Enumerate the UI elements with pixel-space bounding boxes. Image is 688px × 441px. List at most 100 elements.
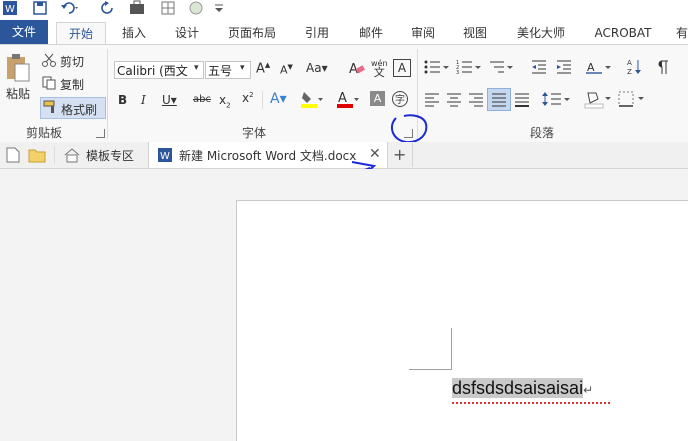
clipboard-dialog-launcher[interactable] xyxy=(96,129,105,138)
copy-button[interactable]: 复制 xyxy=(60,76,84,93)
tab-references[interactable]: 引用 xyxy=(296,22,338,44)
customize-dropdown-icon[interactable] xyxy=(214,0,224,18)
numbering-icon[interactable]: 123 xyxy=(456,59,482,78)
tab-design[interactable]: 设计 xyxy=(166,22,208,44)
align-left-icon[interactable] xyxy=(424,91,440,110)
strikethrough-icon[interactable]: abc xyxy=(193,94,211,105)
circle-icon[interactable] xyxy=(188,0,204,18)
svg-text:A: A xyxy=(587,61,595,74)
group-separator xyxy=(107,49,108,139)
superscript-icon[interactable]: x2 xyxy=(242,91,254,105)
tab-file[interactable]: 文件 xyxy=(0,20,48,44)
underline-icon[interactable]: U▾ xyxy=(162,93,177,107)
chevron-down-icon[interactable]: ▾ xyxy=(194,63,199,73)
selected-text: dsfsdsdsaisaisai xyxy=(452,378,584,398)
font-color-icon[interactable]: A xyxy=(336,89,360,112)
chevron-down-icon[interactable]: ▾ xyxy=(240,63,245,73)
align-right-icon[interactable] xyxy=(468,91,484,110)
new-tab-button[interactable]: + xyxy=(388,143,413,167)
highlight-color-icon[interactable] xyxy=(300,89,324,112)
change-case-icon[interactable]: Aa▾ xyxy=(306,61,328,75)
tab-view[interactable]: 视图 xyxy=(454,22,496,44)
redo-icon[interactable] xyxy=(100,0,116,18)
tab-more[interactable]: 有 xyxy=(672,22,688,44)
justify-icon xyxy=(492,93,506,107)
grid-icon[interactable] xyxy=(160,0,176,18)
briefcase-icon[interactable] xyxy=(128,0,146,18)
phonetic-guide-icon[interactable]: wén 文 xyxy=(371,59,388,79)
format-painter-button[interactable]: 格式刷 xyxy=(40,97,106,119)
decrease-indent-icon[interactable] xyxy=(530,59,548,78)
multilevel-list-icon[interactable] xyxy=(488,59,514,78)
asian-layout-icon[interactable]: A xyxy=(586,59,612,78)
undo-icon[interactable] xyxy=(60,0,82,18)
tab-templates-label: 模板专区 xyxy=(86,149,135,163)
tab-templates[interactable]: 模板专区 xyxy=(58,142,148,168)
separator xyxy=(54,146,55,164)
ribbon-tabs: 文件 开始 插入 设计 页面布局 引用 邮件 审阅 视图 美化大师 ACROBA… xyxy=(0,20,688,45)
svg-text:W: W xyxy=(160,151,170,162)
document-text[interactable]: dsfsdsdsaisaisai↵ xyxy=(452,378,593,399)
character-shading-icon[interactable]: A xyxy=(370,91,385,106)
tab-review[interactable]: 审阅 xyxy=(402,22,444,44)
cut-icon[interactable] xyxy=(42,53,56,70)
align-center-icon[interactable] xyxy=(446,91,462,110)
borders-icon[interactable] xyxy=(618,90,646,111)
shrink-font-icon[interactable]: A▼ xyxy=(280,63,293,77)
tab-acrobat[interactable]: ACROBAT xyxy=(588,22,658,44)
svg-text:A: A xyxy=(338,91,347,106)
tab-mailings[interactable]: 邮件 xyxy=(350,22,392,44)
line-spacing-icon[interactable] xyxy=(542,90,570,111)
phonetic-guide-char: 文 xyxy=(373,66,385,79)
clipboard-group-label: 剪贴板 xyxy=(25,126,62,140)
font-size-value: 五号 xyxy=(208,64,233,78)
copy-icon[interactable] xyxy=(42,76,56,93)
subscript-icon[interactable]: x2 xyxy=(219,93,231,109)
folder-icon[interactable] xyxy=(28,147,46,166)
ribbon: 粘贴 剪切 复制 格式刷 剪贴板 Calibri (西文 ▾ 五号 ▾ A▲ A… xyxy=(0,44,688,144)
text-effects-icon[interactable]: A▾ xyxy=(270,91,287,107)
character-border-icon[interactable]: A xyxy=(393,59,411,77)
justify-button[interactable] xyxy=(487,88,511,111)
paste-button[interactable]: 粘贴 xyxy=(6,85,30,102)
tab-insert[interactable]: 插入 xyxy=(112,22,156,44)
svg-text:Z: Z xyxy=(627,68,632,76)
font-family-select[interactable]: Calibri (西文 xyxy=(114,61,204,79)
word-doc-icon: W xyxy=(157,147,173,166)
home-icon xyxy=(64,147,80,166)
italic-icon[interactable]: I xyxy=(141,93,146,107)
paragraph-mark-icon: ↵ xyxy=(583,383,594,397)
bullets-icon[interactable] xyxy=(424,59,450,78)
tab-page-layout[interactable]: 页面布局 xyxy=(222,22,282,44)
separator xyxy=(262,91,263,109)
tab-beautify[interactable]: 美化大师 xyxy=(510,22,572,44)
cut-button[interactable]: 剪切 xyxy=(60,53,84,70)
format-painter-label: 格式刷 xyxy=(61,103,98,117)
word-icon: W xyxy=(2,0,18,18)
plus-icon: + xyxy=(393,145,407,164)
sort-icon[interactable]: AZ xyxy=(626,58,644,79)
tab-home[interactable]: 开始 xyxy=(56,22,106,45)
save-icon[interactable] xyxy=(32,0,48,18)
shading-icon[interactable] xyxy=(584,89,612,112)
document-page[interactable] xyxy=(236,200,688,441)
svg-text:W: W xyxy=(5,4,15,15)
clear-formatting-icon[interactable]: A xyxy=(348,59,366,80)
format-painter-icon xyxy=(43,100,59,117)
svg-text:字: 字 xyxy=(395,93,405,106)
enclose-character-icon[interactable]: 字 xyxy=(391,90,409,111)
grow-font-icon[interactable]: A▲ xyxy=(256,61,270,76)
svg-text:3: 3 xyxy=(456,70,459,75)
bold-icon[interactable]: B xyxy=(118,93,127,107)
margin-crop-mark xyxy=(451,328,452,370)
svg-text:A: A xyxy=(627,59,632,67)
show-marks-icon[interactable] xyxy=(656,59,670,78)
paragraph-group-label: 段落 xyxy=(529,126,554,140)
increase-indent-icon[interactable] xyxy=(555,59,573,78)
distributed-icon[interactable] xyxy=(514,91,530,110)
paste-icon[interactable] xyxy=(4,53,32,86)
margin-crop-mark xyxy=(409,369,451,370)
font-group-label: 字体 xyxy=(241,126,266,140)
new-file-icon[interactable] xyxy=(6,147,20,166)
quick-access-toolbar: W xyxy=(0,0,688,20)
